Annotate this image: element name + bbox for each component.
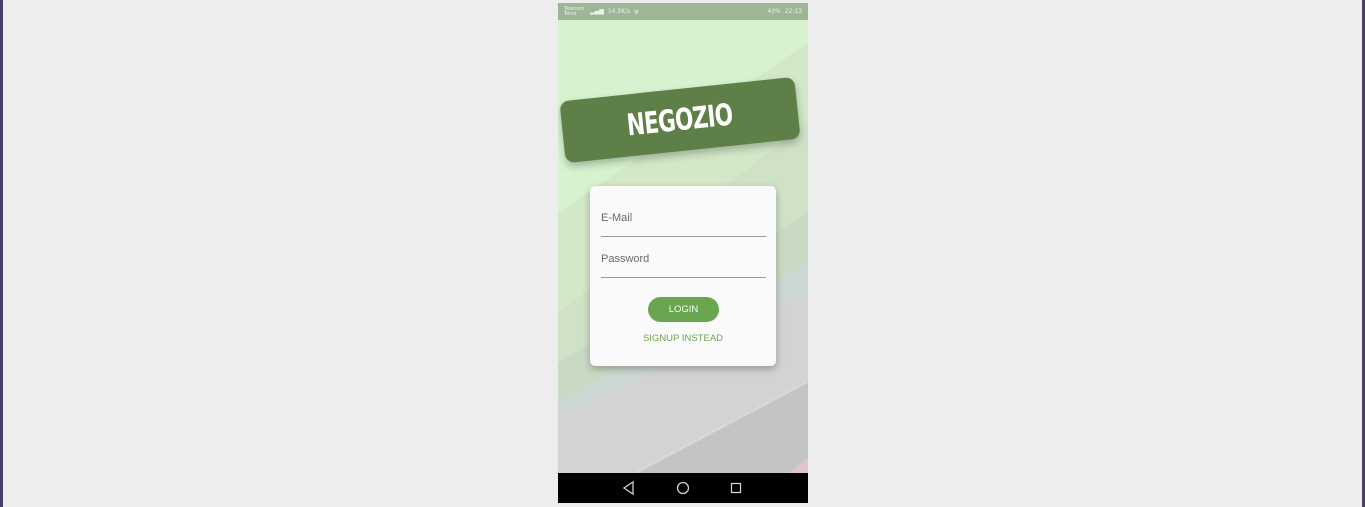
usb-icon: ψ bbox=[634, 8, 639, 15]
back-triangle-icon[interactable] bbox=[621, 480, 637, 496]
navigation-bar bbox=[558, 473, 808, 503]
email-label: E-Mail bbox=[601, 212, 633, 224]
password-field[interactable]: Password bbox=[601, 247, 766, 278]
time: 22:13 bbox=[784, 8, 802, 15]
home-circle-icon[interactable] bbox=[675, 480, 691, 496]
password-label: Password bbox=[601, 253, 650, 265]
recents-square-icon[interactable] bbox=[728, 480, 744, 496]
window-border-left bbox=[0, 0, 3, 507]
login-button[interactable]: LOGIN bbox=[648, 297, 719, 322]
speed-indicator: 14.5K/s bbox=[607, 8, 631, 15]
email-field[interactable]: E-Mail bbox=[601, 206, 766, 237]
status-bar: Telecom Telco ▂▄▆ 14.5K/s ψ 43% 22:13 bbox=[558, 3, 808, 20]
signal-icon: ▂▄▆ bbox=[590, 8, 604, 15]
phone-screen: Telecom Telco ▂▄▆ 14.5K/s ψ 43% 22:13 NE… bbox=[558, 3, 808, 503]
login-card: E-Mail Password LOGIN SIGNUP INSTEAD bbox=[590, 186, 776, 366]
carrier-name: Telecom Telco bbox=[564, 5, 585, 17]
signup-link[interactable]: SIGNUP INSTEAD bbox=[590, 333, 776, 344]
app-title: NEGOZIO bbox=[625, 97, 735, 143]
battery-level: 43% bbox=[767, 8, 781, 15]
